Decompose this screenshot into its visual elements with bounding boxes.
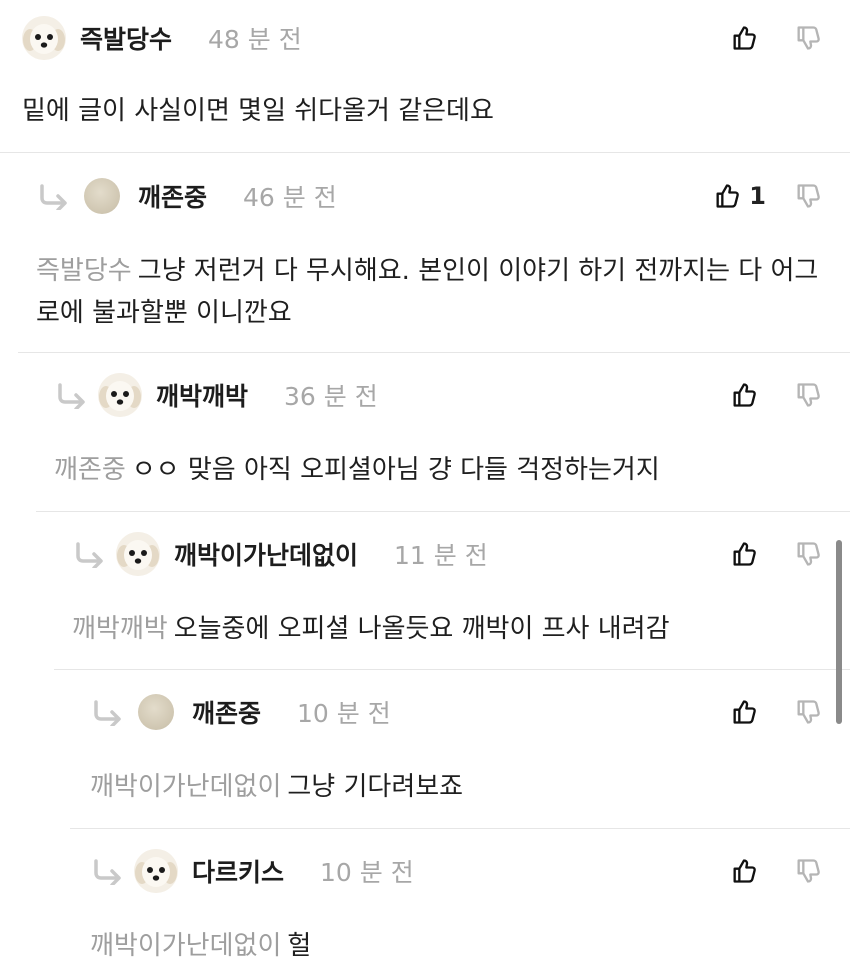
reply-comment: 다르키스 10 분 전 깨박이가난데없이 헐 (90, 841, 850, 980)
reply-mention[interactable]: 깨박이가난데없이 (90, 772, 281, 802)
comment-body: 깨박이가난데없이 그냥 기다려보죠 (90, 766, 830, 808)
thumbs-up-icon (733, 26, 756, 50)
avatar[interactable] (22, 16, 66, 60)
like-button[interactable] (730, 540, 766, 568)
thumbs-down-icon[interactable] (794, 698, 822, 726)
comment-author[interactable]: 깨존중 (192, 694, 261, 730)
vote-actions (730, 365, 822, 425)
like-button[interactable] (730, 381, 766, 409)
like-button[interactable]: 1 (713, 182, 766, 210)
reply-arrow-icon (58, 383, 85, 409)
comment-time: 46 분 전 (243, 183, 337, 212)
puppy-avatar-icon (116, 532, 160, 576)
reply-comment: 깨박이가난데없이 11 분 전 깨박깨박 오늘중에 오피셜 나올듯요 깨박이 프사… (72, 524, 850, 664)
comment-author[interactable]: 다르키스 (192, 853, 284, 889)
avatar[interactable] (84, 178, 120, 214)
puppy-avatar-icon (134, 849, 178, 893)
comments-page: { "comments": [ { "nickname": "즉발당수", "t… (0, 0, 850, 980)
comment-body: 밑에 글이 사실이면 몇일 쉬다올거 같은데요 (22, 90, 830, 132)
thumbs-up-icon (733, 859, 756, 883)
comment-text: 밑에 글이 사실이면 몇일 쉬다올거 같은데요 (22, 96, 494, 126)
comment-text: ㅇㅇ 맞음 아직 오피셜아님 걍 다들 걱정하는거지 (131, 455, 660, 485)
scrollbar[interactable] (836, 540, 842, 724)
thumbs-down-icon[interactable] (794, 24, 822, 52)
divider (36, 511, 850, 512)
comment-time: 36 분 전 (284, 382, 378, 411)
reply-mention[interactable]: 깨존중 (54, 455, 126, 485)
comment-text: 오늘중에 오피셜 나올듯요 깨박이 프사 내려감 (173, 614, 670, 644)
reply-comment: 깨존중 46 분 전 1 즉발당수 그냥 저런거 다 무시해요. 본인이 이야기 … (36, 166, 850, 346)
like-count: 1 (749, 182, 766, 210)
comment-body: 즉발당수 그냥 저런거 다 무시해요. 본인이 이야기 하기 전까지는 다 어그로… (36, 250, 830, 334)
avatar[interactable] (138, 694, 174, 730)
thumbs-down-icon[interactable] (794, 857, 822, 885)
vote-actions (730, 8, 822, 68)
reply-comment: 깨박깨박 36 분 전 깨존중 ㅇㅇ 맞음 아직 오피셜아님 걍 다들 걱정하는거… (54, 365, 850, 505)
thumbs-down-icon[interactable] (794, 381, 822, 409)
comment-time: 48 분 전 (208, 25, 302, 54)
avatar[interactable] (134, 849, 178, 893)
vote-actions (730, 841, 822, 901)
reply-arrow-icon (94, 859, 121, 885)
reply-mention[interactable]: 깨박이가난데없이 (90, 931, 281, 961)
like-button[interactable] (730, 857, 766, 885)
thumbs-up-icon (716, 184, 740, 208)
comment-text: 헐 (287, 931, 312, 961)
thumbs-up-icon (733, 700, 756, 724)
comment-author[interactable]: 깨존중 (138, 178, 207, 214)
vote-actions: 1 (713, 166, 822, 226)
divider (18, 352, 850, 353)
divider (70, 828, 850, 829)
avatar[interactable] (116, 532, 160, 576)
comment-time: 11 분 전 (394, 541, 488, 570)
reply-arrow-icon (94, 700, 121, 726)
reply-comment: 깨존중 10 분 전 깨박이가난데없이 그냥 기다려보죠 (90, 682, 850, 822)
comment-body: 깨박이가난데없이 헐 (90, 925, 830, 967)
comment-author[interactable]: 깨박깨박 (156, 377, 248, 413)
reply-arrow-icon (76, 542, 103, 568)
reply-mention[interactable]: 즉발당수 (36, 256, 132, 286)
reply-arrow-icon (40, 184, 67, 210)
comment-time: 10 분 전 (320, 858, 414, 887)
vote-actions (730, 682, 822, 742)
thumbs-down-icon[interactable] (794, 182, 822, 210)
comment-author[interactable]: 즉발당수 (80, 20, 172, 56)
comment-time: 10 분 전 (297, 699, 391, 728)
comment-author[interactable]: 깨박이가난데없이 (174, 536, 358, 572)
reply-mention[interactable]: 깨박깨박 (72, 614, 168, 644)
vote-actions (730, 524, 822, 584)
comment-text: 그냥 기다려보죠 (287, 772, 464, 802)
like-button[interactable] (730, 24, 766, 52)
divider (0, 152, 850, 153)
comment-body: 깨존중 ㅇㅇ 맞음 아직 오피셜아님 걍 다들 걱정하는거지 (54, 449, 830, 491)
like-button[interactable] (730, 698, 766, 726)
comment-text: 그냥 저런거 다 무시해요. 본인이 이야기 하기 전까지는 다 어그로에 불과… (36, 256, 819, 328)
thumbs-down-icon[interactable] (794, 540, 822, 568)
thumbs-up-icon (733, 383, 756, 407)
avatar[interactable] (98, 373, 142, 417)
divider (54, 669, 850, 670)
comment: 즉발당수 48 분 전 밑에 글이 사실이면 몇일 쉬다올거 같은데요 (22, 8, 850, 158)
puppy-avatar-icon (22, 16, 66, 60)
puppy-avatar-icon (98, 373, 142, 417)
comment-body: 깨박깨박 오늘중에 오피셜 나올듯요 깨박이 프사 내려감 (72, 608, 830, 650)
thumbs-up-icon (733, 542, 756, 566)
